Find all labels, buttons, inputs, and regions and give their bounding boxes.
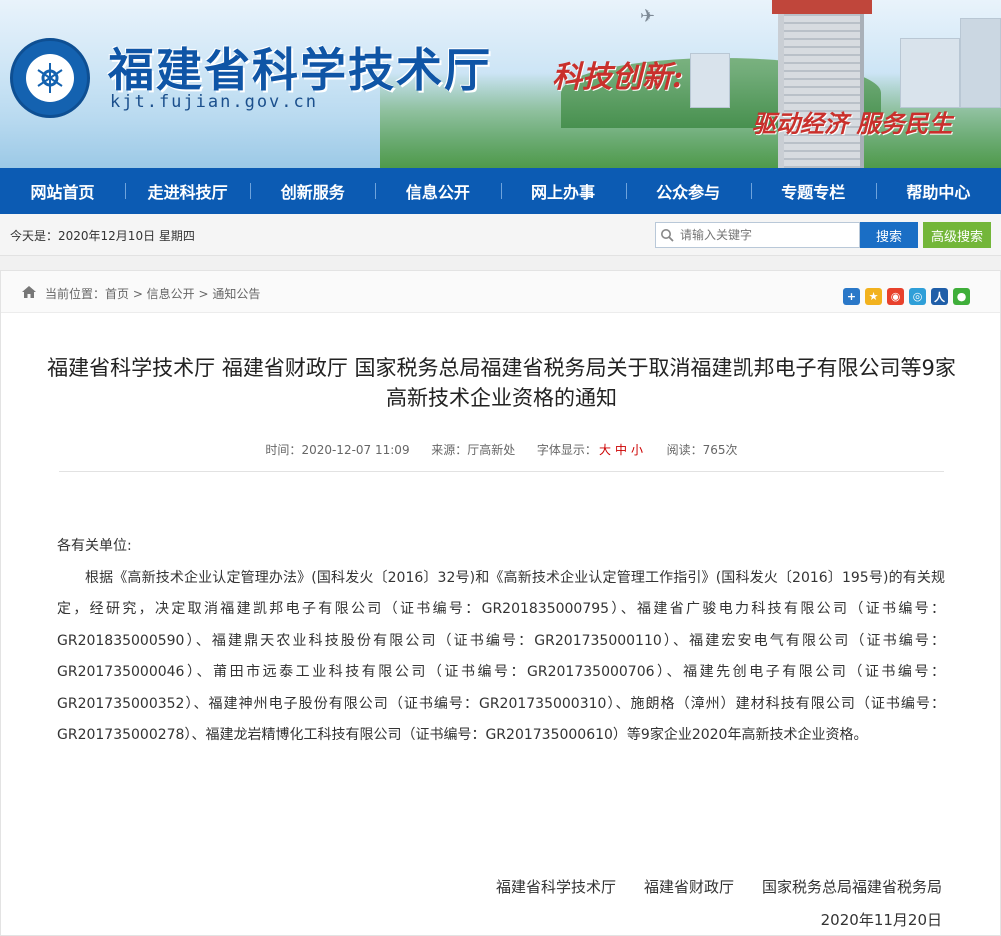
renren-icon[interactable]: 人 — [931, 288, 948, 305]
weibo-icon[interactable]: ◉ — [887, 288, 904, 305]
search-box[interactable] — [655, 222, 860, 248]
search-icon — [656, 228, 678, 242]
nav-item-innovation-service[interactable]: 创新服务 — [250, 168, 375, 214]
home-icon[interactable] — [21, 284, 37, 303]
nav-item-special-topics[interactable]: 专题专栏 — [750, 168, 876, 214]
view-count: 765次 — [702, 443, 738, 457]
search-button[interactable]: 搜索 — [860, 222, 918, 248]
banner-tower — [778, 0, 864, 168]
logo-emblem-icon — [37, 63, 63, 93]
nav-item-help[interactable]: 帮助中心 — [875, 168, 1001, 214]
tencent-weibo-icon[interactable]: ◎ — [909, 288, 926, 305]
title-divider — [59, 471, 944, 472]
time-label: 时间： — [265, 443, 302, 457]
font-medium-button[interactable]: 中 — [615, 443, 627, 457]
plane-icon: ✈ — [640, 6, 656, 27]
site-logo[interactable] — [10, 38, 90, 118]
article-card: 当前位置：首页 > 信息公开 > 通知公告 + ★ ◉ ◎ 人 ● 福建省科学技… — [0, 270, 1001, 936]
publish-time: 2020-12-07 11:09 — [301, 443, 410, 457]
today-date: 今天是：2020年12月10日 星期四 — [10, 229, 195, 243]
font-small-button[interactable]: 小 — [631, 443, 643, 457]
views-label: 阅读： — [666, 443, 703, 457]
issue-date: 2020年11月20日 — [820, 911, 942, 929]
header-banner: ✈ 福建省科学技术厅 kjt.fujian.gov.cn 科技创新: 驱动经济 … — [0, 0, 1001, 168]
article-source: 厅高新处 — [467, 443, 516, 457]
signatory-finance-dept: 福建省财政厅 — [643, 878, 734, 896]
article-meta: 时间：2020-12-07 11:09 来源：厅高新处 字体显示：大中小 阅读：… — [1, 441, 1001, 458]
source-label: 来源： — [431, 443, 468, 457]
slogan-innovation: 科技创新: — [552, 60, 684, 95]
site-url: kjt.fujian.gov.cn — [110, 92, 318, 112]
plus-share-icon[interactable]: + — [843, 288, 860, 305]
nav-item-about[interactable]: 走进科技厅 — [125, 168, 250, 214]
share-toolbar: + ★ ◉ ◎ 人 ● — [843, 288, 970, 305]
breadcrumb: 当前位置：首页 > 信息公开 > 通知公告 + ★ ◉ ◎ 人 ● — [1, 271, 1000, 313]
advanced-search-button[interactable]: 高级搜索 — [923, 222, 991, 248]
wechat-icon[interactable]: ● — [953, 288, 970, 305]
nav-item-online-service[interactable]: 网上办事 — [500, 168, 626, 214]
article-body: 各有关单位: 根据《高新技术企业认定管理办法》(国科发火〔2016〕32号)和《… — [57, 531, 945, 752]
article-title: 福建省科学技术厅 福建省财政厅 国家税务总局福建省税务局关于取消福建凯邦电子有限… — [47, 356, 956, 410]
banner-building — [960, 18, 1001, 108]
nav-item-home[interactable]: 网站首页 — [0, 168, 125, 214]
search-input[interactable] — [678, 227, 848, 243]
nav-item-public-participation[interactable]: 公众参与 — [625, 168, 751, 214]
banner-tower-top — [772, 0, 872, 14]
nav-item-info-disclosure[interactable]: 信息公开 — [375, 168, 500, 214]
signatories: 福建省科学技术厅 福建省财政厅 国家税务总局福建省税务局 — [496, 876, 942, 897]
font-large-button[interactable]: 大 — [599, 443, 611, 457]
article-paragraph: 根据《高新技术企业认定管理办法》(国科发火〔2016〕32号)和《高新技术企业认… — [57, 569, 945, 744]
qzone-icon[interactable]: ★ — [865, 288, 882, 305]
salutation: 各有关单位: — [57, 538, 132, 554]
signatory-tax-bureau: 国家税务总局福建省税务局 — [761, 878, 942, 896]
slogan-service: 驱动经济 服务民生 — [752, 109, 953, 138]
main-nav: 网站首页 走进科技厅 创新服务 信息公开 网上办事 公众参与 专题专栏 帮助中心 — [0, 168, 1001, 214]
breadcrumb-path[interactable]: 当前位置：首页 > 信息公开 > 通知公告 — [45, 285, 260, 302]
site-title[interactable]: 福建省科学技术厅 — [108, 34, 492, 100]
font-size-label: 字体显示： — [536, 443, 597, 457]
banner-building — [690, 53, 730, 108]
info-bar: 今天是：2020年12月10日 星期四 搜索 高级搜索 — [0, 214, 1001, 256]
signatory-science-dept: 福建省科学技术厅 — [495, 878, 616, 896]
banner-building — [900, 38, 960, 108]
